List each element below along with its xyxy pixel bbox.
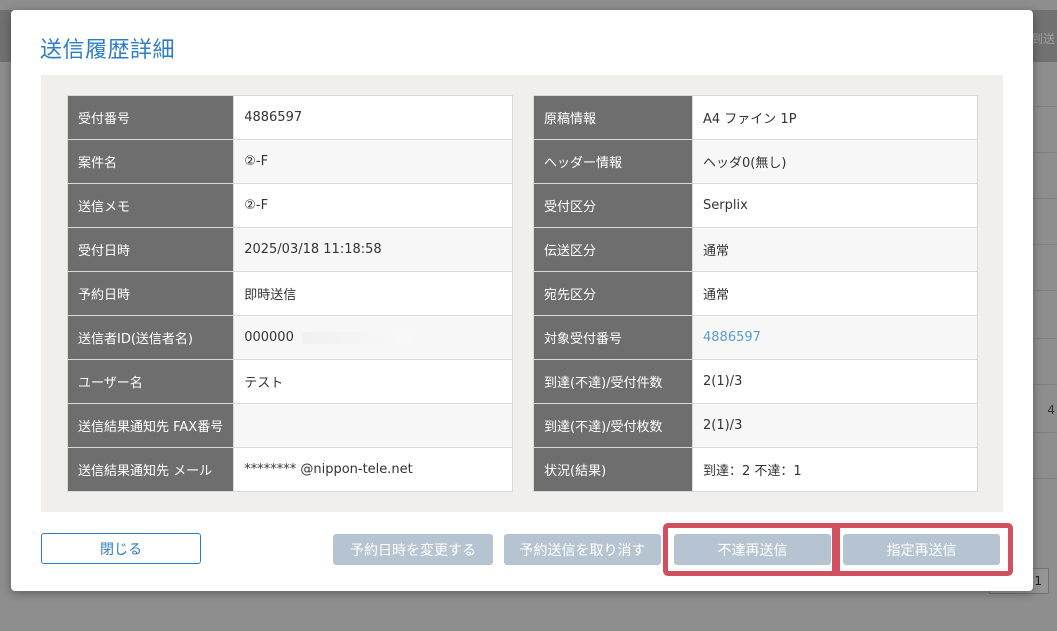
detail-panel: 受付番号 4886597 案件名 ②-F 送信メモ ②-F 受付日時 2025/03/1… [41,75,1003,512]
row-value-container: 000000 [233,315,514,360]
change-reservation-button[interactable]: 予約日時を変更する [333,534,493,565]
table-row: 送信者ID(送信者名) 000000 [66,315,514,360]
redacted-sender-name [301,331,412,344]
send-history-detail-dialog: 送信履歴詳細 受付番号 4886597 案件名 ②-F 送信メモ ②-F 受付日時 20… [11,10,1033,591]
table-row: 到達(不達)/受付枚数 2(1)/3 [533,403,978,448]
row-value: 2(1)/3 [692,403,978,448]
row-value: ②-F [233,183,514,228]
table-row: 送信メモ ②-F [66,183,514,228]
row-label: 受付日時 [66,227,235,272]
highlight-divider [832,523,840,576]
row-label: 送信メモ [66,183,235,228]
row-label: 案件名 [66,139,235,184]
row-value: ヘッダ0(無し) [692,139,978,184]
table-row: 受付区分 Serplix [533,183,978,228]
row-label: 宛先区分 [533,271,693,316]
dialog-title: 送信履歴詳細 [40,38,176,63]
row-value: 4886597 [233,95,514,140]
row-label: 到達(不達)/受付枚数 [533,403,693,448]
row-label: 状況(結果) [533,447,693,492]
row-label: 送信結果通知先 FAX番号 [66,403,235,448]
table-row: 原稿情報 A4 ファイン 1P [533,95,978,140]
table-row: 送信結果通知先 メール ******** @nippon-tele.net [66,447,514,492]
sender-id-value: 000000 [244,330,294,345]
row-label: ヘッダー情報 [533,139,693,184]
row-label: 伝送区分 [533,227,693,272]
row-value: ②-F [233,139,514,184]
resend-specified-button[interactable]: 指定再送信 [843,534,1000,565]
row-label: 受付番号 [66,95,235,140]
table-row: ユーザー名 テスト [66,359,514,404]
table-row: 受付番号 4886597 [66,95,514,140]
row-value [233,403,514,448]
row-value-container: 4886597 [692,315,978,360]
row-label: 送信結果通知先 メール [66,447,235,492]
row-value: テスト [233,359,514,404]
table-row: 送信結果通知先 FAX番号 [66,403,514,448]
row-value: 2025/03/18 11:18:58 [233,227,514,272]
row-value: A4 ファイン 1P [692,95,978,140]
table-row: 予約日時 即時送信 [66,271,514,316]
row-label: 送信者ID(送信者名) [66,315,235,360]
row-label: 対象受付番号 [533,315,693,360]
table-row: 状況(結果) 到達：2 不達：1 [533,447,978,492]
close-button[interactable]: 閉じる [41,533,201,564]
row-label: 受付区分 [533,183,693,228]
row-value: 通常 [692,271,978,316]
row-label: 到達(不達)/受付件数 [533,359,693,404]
table-row: 案件名 ②-F [66,139,514,184]
table-row: 伝送区分 通常 [533,227,978,272]
right-detail-table: 原稿情報 A4 ファイン 1P ヘッダー情報 ヘッダ0(無し) 受付区分 Serpli… [533,95,978,492]
row-value: Serplix [692,183,978,228]
row-value: 即時送信 [233,271,514,316]
cancel-reservation-button[interactable]: 予約送信を取り消す [504,534,661,565]
table-row: 対象受付番号 4886597 [533,315,978,360]
row-value: 2(1)/3 [692,359,978,404]
row-label: 予約日時 [66,271,235,316]
row-label: 原稿情報 [533,95,693,140]
left-detail-table: 受付番号 4886597 案件名 ②-F 送信メモ ②-F 受付日時 2025/03/1… [66,95,514,492]
table-row: 到達(不達)/受付件数 2(1)/3 [533,359,978,404]
table-row: 受付日時 2025/03/18 11:18:58 [66,227,514,272]
row-value: ******** @nippon-tele.net [233,447,514,492]
resend-failed-button[interactable]: 不達再送信 [674,534,831,565]
table-row: 宛先区分 通常 [533,271,978,316]
row-label: ユーザー名 [66,359,235,404]
row-value: 到達：2 不達：1 [692,447,978,492]
target-receipt-number-link[interactable]: 4886597 [703,330,761,345]
table-row: ヘッダー情報 ヘッダ0(無し) [533,139,978,184]
row-value: 通常 [692,227,978,272]
